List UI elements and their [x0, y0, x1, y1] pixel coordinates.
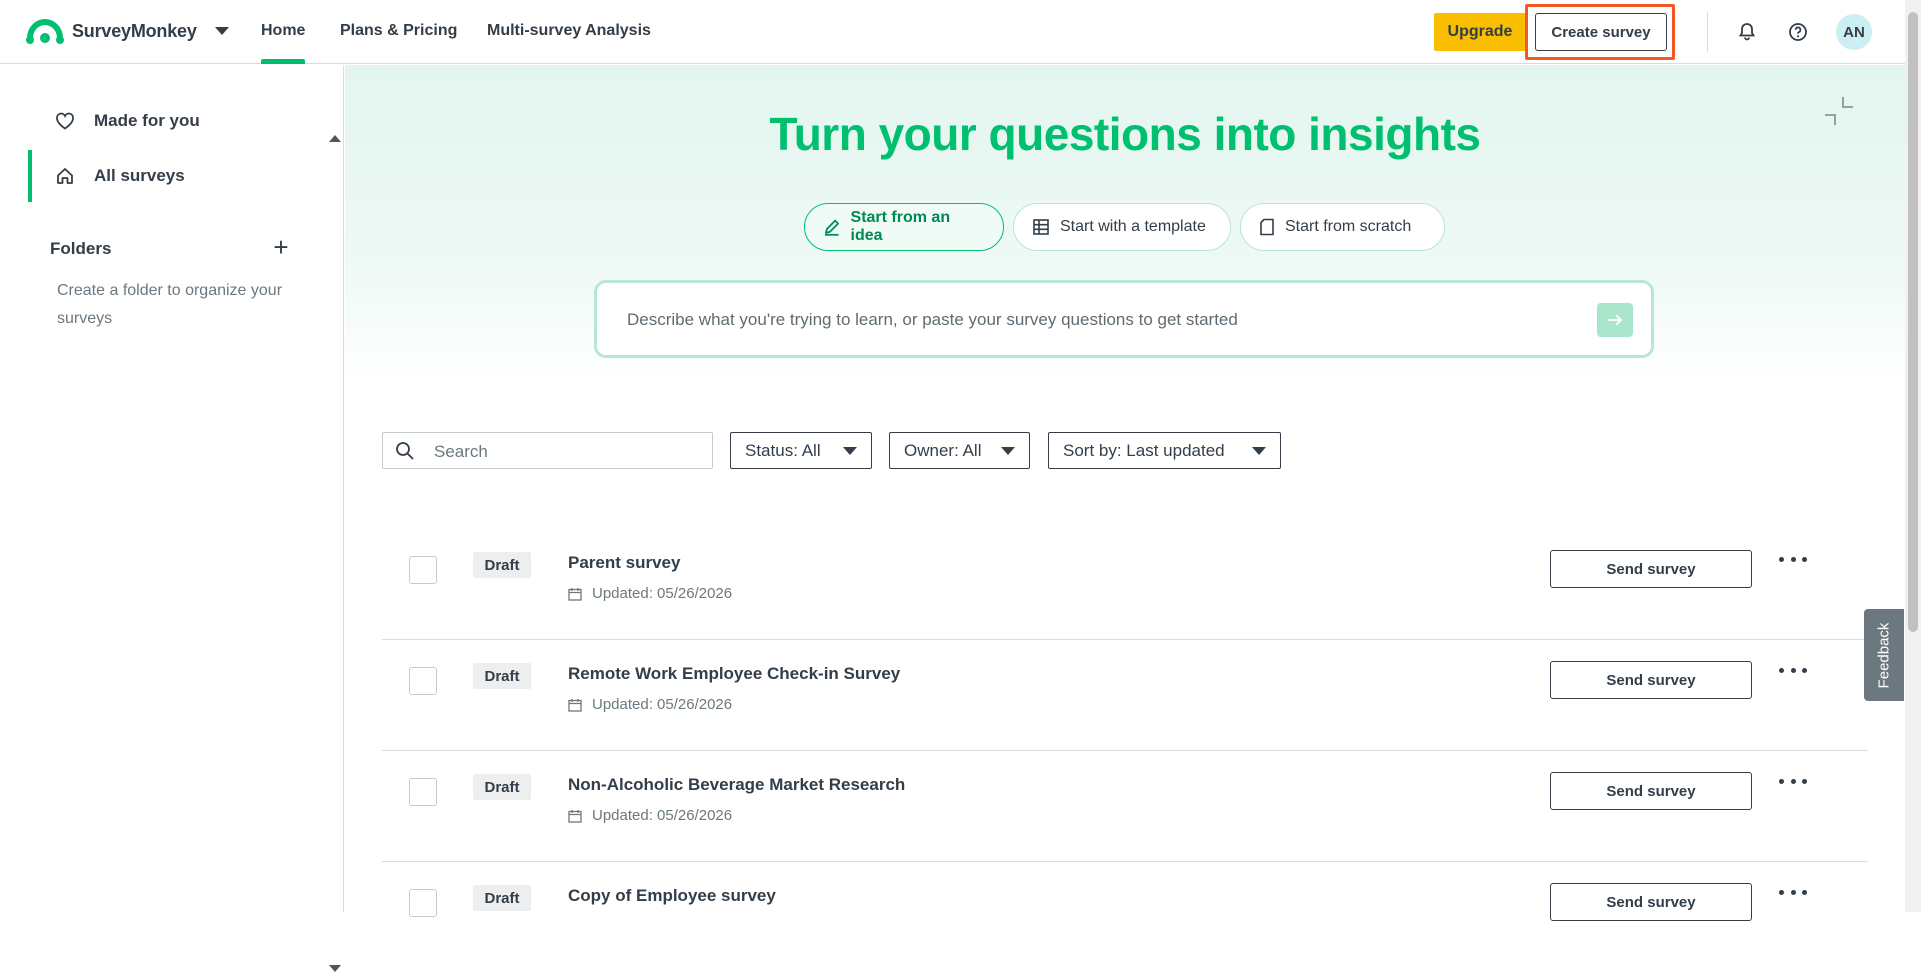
status-badge: Draft — [473, 774, 531, 800]
sidebar-item-label: Made for you — [94, 111, 200, 131]
row-checkbox[interactable] — [409, 889, 437, 917]
sidebar-item-label: All surveys — [94, 166, 185, 186]
survey-idea-input[interactable]: Describe what you're trying to learn, or… — [594, 280, 1654, 358]
calendar-icon — [568, 698, 582, 712]
survey-title-link[interactable]: Copy of Employee survey — [568, 886, 776, 906]
caret-down-icon — [843, 447, 857, 455]
upgrade-button[interactable]: Upgrade — [1434, 13, 1526, 51]
start-with-template-button[interactable]: Start with a template — [1013, 203, 1231, 251]
owner-filter-label: Owner: All — [904, 441, 981, 461]
send-survey-button[interactable]: Send survey — [1550, 661, 1752, 699]
start-from-idea-button[interactable]: Start from an idea — [804, 203, 1004, 251]
sort-dropdown[interactable]: Sort by: Last updated — [1048, 432, 1281, 469]
hero-panel: Turn your questions into insights Start … — [345, 65, 1905, 385]
arrow-right-icon — [1607, 313, 1623, 327]
more-options-icon[interactable] — [1779, 771, 1807, 791]
status-badge: Draft — [473, 885, 531, 911]
start-from-scratch-button[interactable]: Start from scratch — [1240, 203, 1445, 251]
divider — [1707, 12, 1708, 52]
brand-name: SurveyMonkey — [72, 21, 197, 42]
survey-title-link[interactable]: Parent survey — [568, 553, 680, 573]
scroll-up-arrow-icon[interactable] — [329, 135, 341, 142]
row-checkbox[interactable] — [409, 667, 437, 695]
notifications-bell-icon[interactable] — [1735, 20, 1759, 44]
status-badge: Draft — [473, 552, 531, 578]
pencil-icon — [823, 218, 841, 236]
create-survey-button[interactable]: Create survey — [1535, 13, 1667, 51]
scroll-down-arrow-icon[interactable] — [329, 965, 341, 972]
calendar-icon — [568, 809, 582, 823]
active-tab-indicator — [261, 59, 305, 64]
updated-date: Updated: 05/26/2026 — [568, 807, 732, 824]
nav-plans-pricing[interactable]: Plans & Pricing — [340, 22, 457, 40]
updated-text: Updated: 05/26/2026 — [592, 585, 732, 602]
help-icon[interactable] — [1786, 20, 1810, 44]
brand-menu[interactable]: SurveyMonkey — [26, 16, 229, 46]
owner-filter-dropdown[interactable]: Owner: All — [889, 432, 1030, 469]
updated-date: Updated: 05/26/2026 — [568, 585, 732, 602]
survey-search-input[interactable]: Search — [382, 432, 713, 469]
status-filter-label: Status: All — [745, 441, 821, 461]
sidebar-item-all-surveys[interactable]: All surveys — [28, 150, 328, 202]
heart-icon — [54, 110, 76, 132]
row-checkbox[interactable] — [409, 556, 437, 584]
updated-text: Updated: 05/26/2026 — [592, 696, 732, 713]
calendar-icon — [568, 587, 582, 601]
survey-row: Draft Remote Work Employee Check-in Surv… — [382, 640, 1868, 751]
send-survey-button[interactable]: Send survey — [1550, 772, 1752, 810]
survey-row: Draft Parent survey Updated: 05/26/2026 … — [382, 529, 1868, 640]
option-label: Start from scratch — [1285, 218, 1411, 236]
feedback-tab[interactable]: Feedback — [1864, 609, 1904, 701]
home-icon — [54, 165, 76, 187]
survey-row: Draft Copy of Employee survey Send surve… — [382, 862, 1868, 973]
sidebar: Made for you All surveys Folders + Creat… — [0, 65, 344, 912]
hero-title: Turn your questions into insights — [345, 107, 1905, 161]
submit-arrow-button[interactable] — [1597, 303, 1633, 337]
survey-title-link[interactable]: Non-Alcoholic Beverage Market Research — [568, 775, 905, 795]
status-filter-dropdown[interactable]: Status: All — [730, 432, 872, 469]
search-icon — [395, 441, 415, 461]
send-survey-button[interactable]: Send survey — [1550, 550, 1752, 588]
folders-empty-hint: Create a folder to organize your surveys — [57, 277, 297, 333]
chevron-down-icon — [215, 27, 229, 35]
nav-multi-survey-analysis[interactable]: Multi-survey Analysis — [487, 22, 651, 40]
more-options-icon[interactable] — [1779, 660, 1807, 680]
updated-date: Updated: 05/26/2026 — [568, 696, 732, 713]
top-navigation: SurveyMonkey Home Plans & Pricing Multi-… — [0, 0, 1921, 64]
search-placeholder: Search — [434, 442, 488, 462]
option-label: Start from an idea — [851, 209, 983, 245]
feedback-label: Feedback — [1876, 622, 1893, 688]
more-options-icon[interactable] — [1779, 882, 1807, 902]
collapse-icon[interactable] — [1823, 95, 1857, 127]
nav-home[interactable]: Home — [261, 22, 305, 40]
option-label: Start with a template — [1060, 218, 1206, 236]
row-checkbox[interactable] — [409, 778, 437, 806]
send-survey-button[interactable]: Send survey — [1550, 883, 1752, 921]
sort-label: Sort by: Last updated — [1063, 441, 1225, 461]
caret-down-icon — [1001, 447, 1015, 455]
more-options-icon[interactable] — [1779, 549, 1807, 569]
status-badge: Draft — [473, 663, 531, 689]
scrollbar-thumb[interactable] — [1908, 12, 1918, 632]
sidebar-item-made-for-you[interactable]: Made for you — [28, 95, 328, 147]
blank-page-icon — [1259, 218, 1275, 236]
template-grid-icon — [1032, 218, 1050, 236]
prompt-placeholder: Describe what you're trying to learn, or… — [627, 310, 1238, 330]
survey-title-link[interactable]: Remote Work Employee Check-in Survey — [568, 664, 900, 684]
updated-text: Updated: 05/26/2026 — [592, 807, 732, 824]
caret-down-icon — [1252, 447, 1266, 455]
survey-row: Draft Non-Alcoholic Beverage Market Rese… — [382, 751, 1868, 862]
user-avatar[interactable]: AN — [1836, 14, 1872, 50]
surveymonkey-logo-icon — [26, 16, 64, 46]
add-folder-plus-icon[interactable]: + — [270, 237, 292, 259]
folders-heading: Folders — [50, 239, 111, 259]
